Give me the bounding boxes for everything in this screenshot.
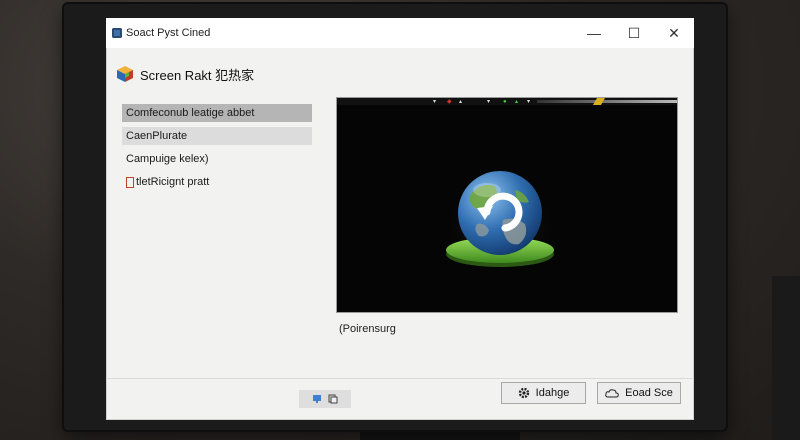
list-item-label: tletRicignt pratt (136, 176, 210, 188)
minimize-icon: — (587, 25, 601, 41)
status-glyph: ▴ (515, 99, 519, 105)
page-title: Screen Rakt 犯热家 (140, 67, 255, 83)
status-glyph: ▾ (527, 99, 531, 105)
list-item[interactable]: CaenPlurate (122, 127, 312, 145)
change-button-label: Idahge (535, 387, 570, 399)
title-bar: Soact Pyst Cined — ☐ ✕ (106, 18, 694, 48)
load-scene-button[interactable]: Eoad Sce (597, 382, 681, 404)
status-glyph: ● (503, 99, 507, 105)
page-header: Screen Rakt 犯热家 (116, 62, 254, 86)
monitor-icon[interactable] (312, 394, 322, 404)
list-item-label: Campuige kelex) (126, 153, 209, 165)
preview-progress-strip (537, 100, 677, 103)
app-window: Soact Pyst Cined — ☐ ✕ Screen Rakt 犯热家 C… (106, 18, 694, 420)
window-title: Soact Pyst Cined (126, 27, 211, 39)
cube-logo-icon (117, 66, 133, 82)
globe-refresh-icon (443, 164, 557, 268)
checkbox-icon[interactable] (126, 176, 134, 188)
status-glyph: ▴ (459, 99, 463, 105)
footer-divider (106, 378, 694, 379)
maximize-icon: ☐ (627, 24, 641, 41)
load-scene-button-label: Eoad Sce (625, 387, 673, 399)
background-object (772, 276, 800, 440)
status-glyph: ▾ (433, 99, 437, 105)
cloud-icon (605, 389, 619, 398)
minimize-button[interactable]: — (574, 20, 614, 46)
app-icon (112, 28, 122, 38)
list-item-label: CaenPlurate (126, 130, 188, 142)
list-item[interactable]: tletRicignt pratt (122, 173, 312, 191)
list-item[interactable]: Comfeconub leatige abbet (122, 104, 312, 122)
close-button[interactable]: ✕ (654, 20, 694, 46)
preview-status-bar: ▾ ◆ ▴ ▾ ● ▴ ▾ (337, 98, 677, 105)
options-list: Comfeconub leatige abbet CaenPlurate Cam… (122, 104, 312, 196)
status-glyph: ▾ (487, 99, 491, 105)
status-glyph: ◆ (447, 99, 452, 105)
view-toggle[interactable] (299, 390, 351, 408)
list-item-label: Comfeconub leatige abbet (126, 107, 255, 119)
list-item[interactable]: Campuige kelex) (122, 150, 312, 168)
change-button[interactable]: Idahge (501, 382, 586, 404)
screen-preview[interactable]: ▾ ◆ ▴ ▾ ● ▴ ▾ (337, 98, 677, 312)
gear-icon (518, 387, 529, 399)
maximize-button[interactable]: ☐ (614, 20, 654, 46)
preview-caption: (Poirensurg (339, 323, 396, 335)
copy-icon[interactable] (328, 394, 338, 404)
close-icon: ✕ (668, 24, 680, 41)
